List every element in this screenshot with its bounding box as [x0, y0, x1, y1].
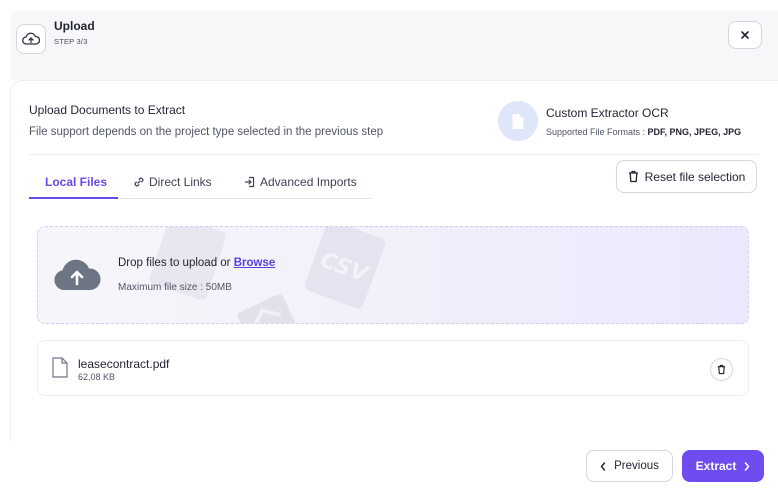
- remove-file-button[interactable]: [710, 358, 733, 381]
- file-dropzone[interactable]: CSV Drop files to upload or Browse Maxim…: [37, 226, 749, 324]
- file-size: 62,08 KB: [78, 372, 116, 382]
- section-title: Upload Documents to Extract: [29, 103, 186, 117]
- upload-dialog: Upload STEP 3/3 Upload Documents to Extr…: [0, 0, 778, 497]
- step-indicator: STEP 3/3: [54, 37, 88, 46]
- supported-formats: Supported File Formats : PDF, PNG, JPEG,…: [546, 127, 742, 137]
- tab-direct-links[interactable]: Direct Links: [133, 175, 212, 189]
- dialog-title: Upload: [54, 19, 95, 33]
- list-item: leasecontract.pdf 62,08 KB: [37, 340, 749, 396]
- tab-local-files[interactable]: Local Files: [45, 175, 107, 189]
- formats-list: PDF, PNG, JPEG, JPG: [647, 127, 742, 137]
- section-subtitle: File support depends on the project type…: [29, 126, 384, 138]
- import-tabs: Local Files Direct Links Advanced Import…: [29, 167, 372, 199]
- cloud-upload-icon: [54, 259, 101, 290]
- reset-file-selection-button[interactable]: Reset file selection: [616, 160, 757, 193]
- drop-prompt: Drop files to upload or Browse: [118, 257, 276, 269]
- extract-button[interactable]: Extract: [682, 450, 764, 482]
- file-name: leasecontract.pdf: [78, 357, 170, 371]
- file-type-watermark: CSV: [149, 227, 386, 323]
- trash-icon: [628, 170, 638, 183]
- dialog-header: Upload STEP 3/3: [10, 10, 778, 80]
- close-icon: [741, 31, 749, 39]
- link-icon: [134, 177, 144, 187]
- divider: [29, 154, 759, 155]
- browse-link[interactable]: Browse: [234, 257, 276, 269]
- chevron-left-icon: [600, 461, 606, 471]
- trash-icon: [717, 364, 726, 375]
- extractor-name: Custom Extractor OCR: [546, 106, 669, 120]
- close-button[interactable]: [728, 21, 762, 49]
- tab-advanced-imports[interactable]: Advanced Imports: [244, 175, 357, 189]
- active-tab-indicator: [29, 197, 118, 199]
- document-icon: [498, 101, 538, 141]
- previous-button[interactable]: Previous: [586, 450, 673, 482]
- file-icon: [52, 357, 68, 378]
- import-icon: [244, 176, 255, 188]
- chevron-right-icon: [745, 461, 750, 471]
- max-file-size: Maximum file size : 50MB: [118, 282, 232, 293]
- upload-card: Upload Documents to Extract File support…: [10, 80, 778, 442]
- cloud-upload-icon: [16, 24, 46, 54]
